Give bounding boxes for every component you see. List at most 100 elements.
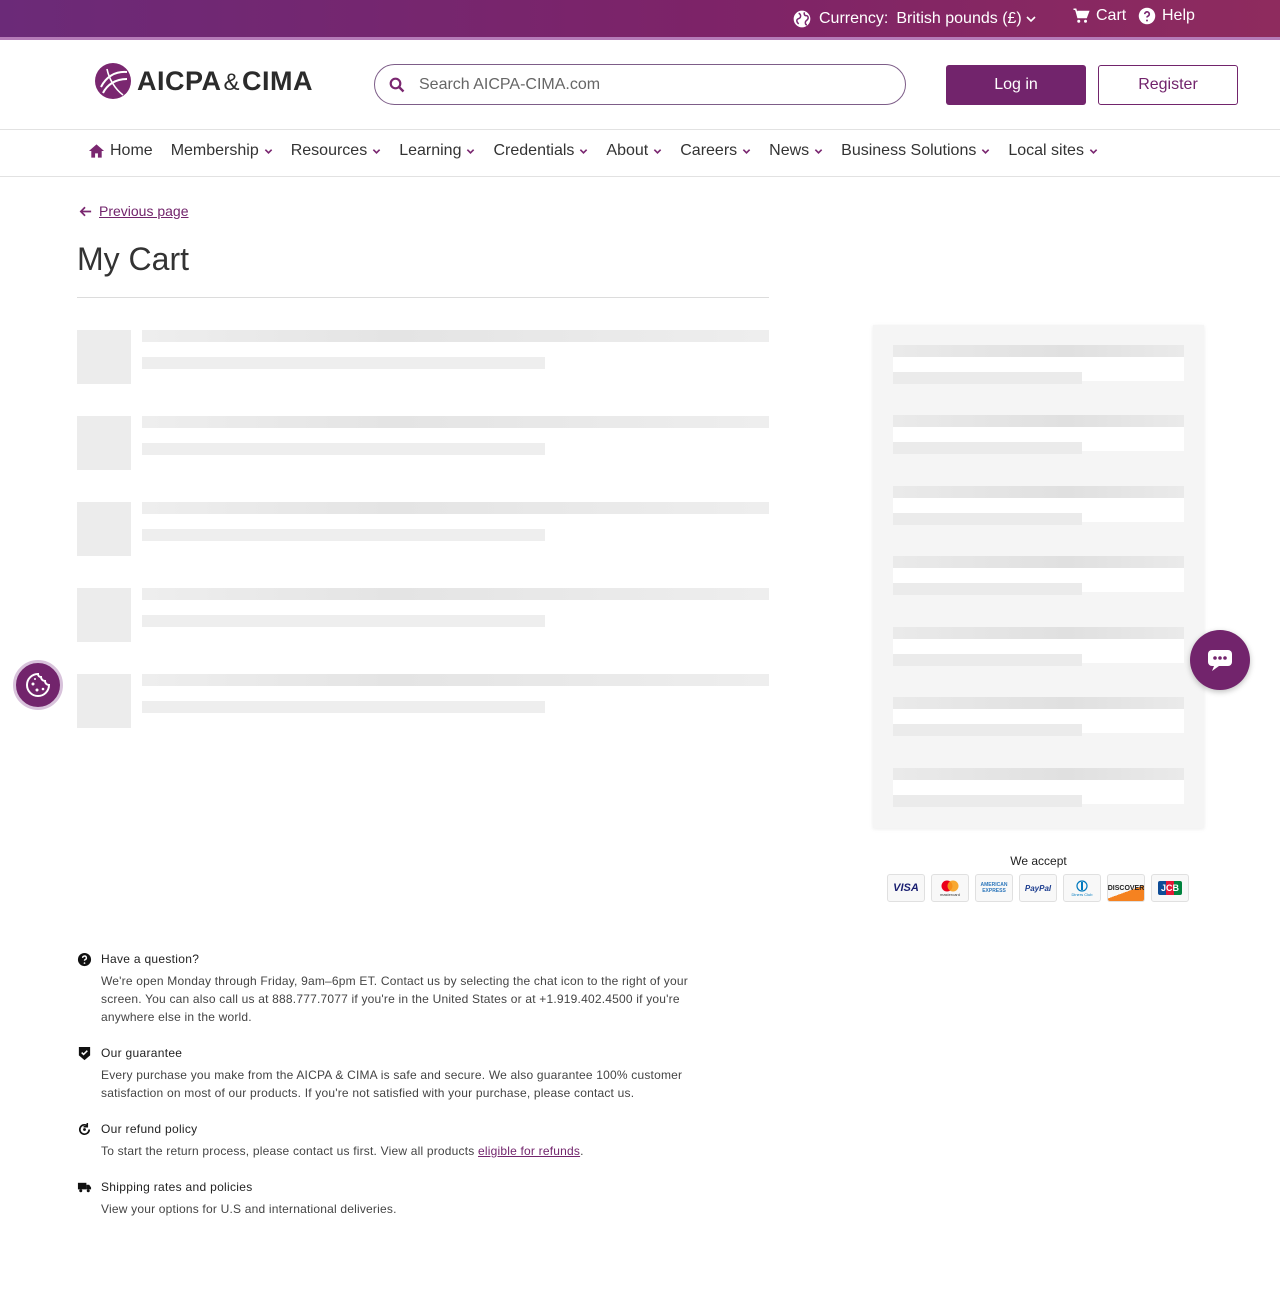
- guarantee-text: Every purchase you make from the AICPA &…: [101, 1068, 683, 1100]
- site-header: AICPA&CIMA Log in Register: [0, 40, 1280, 130]
- thumbnail-placeholder: [77, 330, 131, 384]
- payment-methods: VISA mastercard AMERICAN EXPRESS PayPal …: [887, 874, 1195, 902]
- nav-label: Business Solutions: [841, 142, 977, 159]
- currency-selector[interactable]: Currency: British pounds (£): [792, 9, 1036, 29]
- text-placeholder: [142, 615, 545, 627]
- paypal-icon: PayPal: [1019, 874, 1057, 902]
- question-icon: [77, 952, 92, 967]
- nav-item-news[interactable]: News: [769, 142, 823, 160]
- text-placeholder: [142, 330, 769, 342]
- help-link[interactable]: Help: [1138, 7, 1195, 25]
- cart-label: Cart: [1096, 7, 1127, 24]
- arrow-left-icon: [79, 206, 92, 216]
- nav-item-business-solutions[interactable]: Business Solutions: [841, 142, 990, 160]
- search-input[interactable]: [419, 75, 859, 94]
- nav-item-credentials[interactable]: Credentials: [493, 142, 588, 160]
- cookie-settings-button[interactable]: [13, 660, 63, 710]
- text-placeholder: [142, 701, 545, 713]
- truck-icon: [77, 1182, 92, 1193]
- chevron-down-icon: [264, 148, 272, 154]
- chevron-down-icon: [372, 148, 381, 154]
- search-box[interactable]: [374, 64, 906, 105]
- cart-item-placeholder: [77, 674, 769, 728]
- guarantee-heading: Our guarantee: [101, 1046, 183, 1060]
- summary-row-placeholder: [893, 486, 1184, 525]
- thumbnail-placeholder: [77, 502, 131, 556]
- globe-icon: [793, 10, 811, 28]
- chevron-down-icon: [1089, 148, 1098, 154]
- amex-icon: AMERICAN EXPRESS: [975, 874, 1013, 902]
- summary-row-placeholder: [893, 345, 1184, 384]
- question-text: We're open Monday through Friday, 9am–6p…: [101, 974, 688, 1024]
- cart-icon: [1073, 8, 1090, 23]
- nav-item-home[interactable]: Home: [88, 142, 153, 160]
- shipping-text: View your options for U.S and internatio…: [101, 1202, 397, 1216]
- chevron-down-icon: [580, 148, 588, 154]
- eligible-for-refunds-link[interactable]: eligible for refunds: [478, 1144, 580, 1158]
- aicpa-cima-logo[interactable]: AICPA&CIMA: [93, 61, 313, 101]
- order-summary-placeholder: [873, 325, 1204, 828]
- page-title: My Cart: [77, 241, 189, 277]
- text-placeholder: [142, 588, 769, 600]
- text-placeholder: [142, 443, 545, 455]
- title-divider: [77, 297, 769, 298]
- cookie-icon: [26, 672, 51, 697]
- nav-label: Local sites: [1008, 142, 1084, 159]
- chevron-down-icon: [814, 148, 823, 154]
- nav-label: Home: [110, 142, 153, 159]
- help-icon: [1138, 7, 1156, 25]
- text-placeholder: [142, 502, 769, 514]
- chat-button[interactable]: [1190, 630, 1250, 690]
- currency-label: Currency:: [819, 10, 889, 27]
- summary-row-placeholder: [893, 627, 1184, 666]
- nav-label: Credentials: [493, 142, 575, 159]
- jcb-icon: JCB: [1151, 874, 1189, 902]
- thumbnail-placeholder: [77, 416, 131, 470]
- nav-item-careers[interactable]: Careers: [680, 142, 751, 160]
- text-placeholder: [142, 674, 769, 686]
- previous-page-label: Previous page: [99, 203, 189, 219]
- nav-label: Membership: [170, 142, 259, 159]
- help-label: Help: [1162, 7, 1195, 24]
- we-accept-label: We accept: [1010, 854, 1067, 868]
- text-placeholder: [142, 357, 545, 369]
- previous-page-link[interactable]: Previous page: [78, 203, 189, 219]
- chevron-down-icon: [654, 148, 662, 154]
- search-icon[interactable]: [389, 77, 405, 93]
- question-heading: Have a question?: [101, 952, 200, 966]
- logo-mark-icon: [95, 63, 131, 99]
- nav-item-about[interactable]: About: [606, 142, 662, 160]
- cart-item-placeholder: [77, 416, 769, 470]
- currency-value[interactable]: British pounds (£): [896, 10, 1021, 28]
- nav-label: News: [769, 142, 810, 159]
- summary-row-placeholder: [893, 556, 1184, 595]
- nav-item-learning[interactable]: Learning: [399, 142, 475, 160]
- login-button[interactable]: Log in: [946, 65, 1086, 105]
- refresh-icon: [78, 1122, 91, 1136]
- mastercard-icon: mastercard: [931, 874, 969, 902]
- chevron-down-icon: [982, 148, 990, 154]
- main-nav: Home Membership Resources Learning Crede…: [0, 130, 1280, 177]
- cart-link[interactable]: Cart: [1072, 7, 1126, 25]
- cart-item-placeholder: [77, 502, 769, 556]
- nav-item-resources[interactable]: Resources: [291, 142, 381, 160]
- chevron-down-icon: [467, 148, 475, 154]
- top-utility-bar: Currency: British pounds (£) Cart Help: [0, 0, 1280, 40]
- nav-label: About: [606, 142, 649, 159]
- summary-row-placeholder: [893, 697, 1184, 736]
- thumbnail-placeholder: [77, 674, 131, 728]
- refund-text: To start the return process, please cont…: [101, 1144, 584, 1158]
- nav-label: Learning: [399, 142, 462, 159]
- visa-icon: VISA: [887, 874, 925, 902]
- nav-item-local-sites[interactable]: Local sites: [1008, 142, 1098, 160]
- nav-item-membership[interactable]: Membership: [171, 142, 273, 160]
- diners-club-icon: Diners Club: [1063, 874, 1101, 902]
- cart-item-placeholder: [77, 330, 769, 384]
- summary-row-placeholder: [893, 768, 1184, 807]
- text-placeholder: [142, 416, 769, 428]
- chevron-down-icon: [1026, 16, 1036, 23]
- nav-label: Resources: [290, 142, 368, 159]
- summary-row-placeholder: [893, 415, 1184, 454]
- register-button[interactable]: Register: [1098, 65, 1238, 105]
- home-icon: [88, 144, 105, 158]
